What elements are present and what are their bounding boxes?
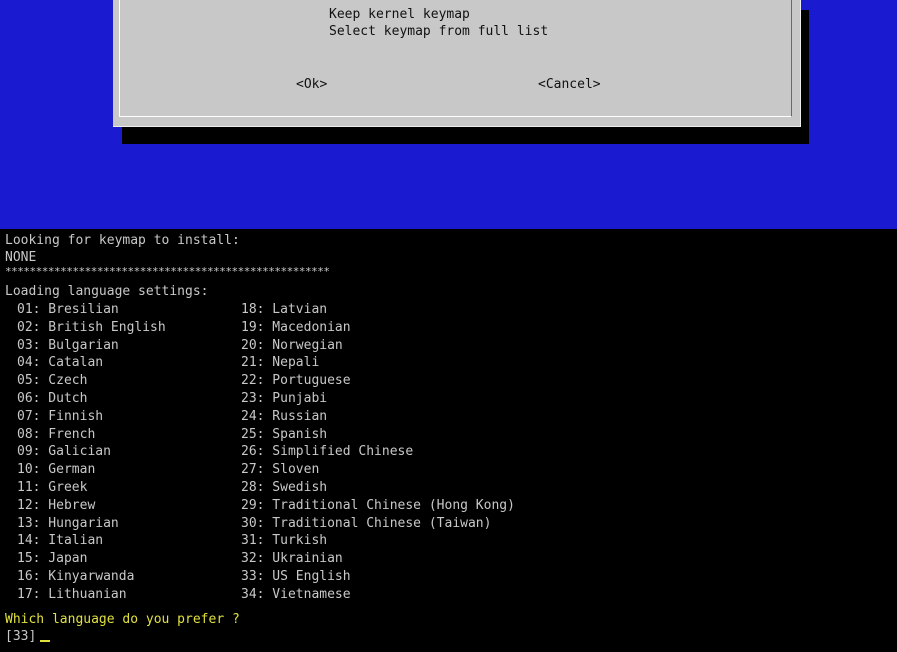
menu-option-keep-kernel-keymap[interactable]: Keep kernel keymap <box>329 7 470 23</box>
language-item: 17: Lithuanian <box>17 586 127 602</box>
language-item: 08: French <box>17 426 96 442</box>
language-item: 20: Norwegian <box>241 337 343 353</box>
ok-button[interactable]: <Ok> <box>296 77 327 93</box>
language-item: 19: Macedonian <box>241 319 351 335</box>
language-item: 23: Punjabi <box>241 391 328 406</box>
language-item: 04: Catalan <box>17 355 104 371</box>
language-input[interactable]: [33] <box>5 628 51 646</box>
language-item: 32: Ukrainian <box>241 551 343 567</box>
language-item: 11: Greek <box>17 480 88 495</box>
language-item: 18: Latvian <box>241 302 328 317</box>
language-item: 05: Czech <box>17 373 88 389</box>
language-item: 31: Turkish <box>241 533 328 549</box>
language-item: 24: Russian <box>241 408 328 424</box>
language-item: 33: US English <box>241 569 351 584</box>
language-item: 09: Galician <box>17 444 111 460</box>
text-cursor <box>40 640 51 642</box>
separator-line: ****************************************… <box>5 265 330 278</box>
language-item: 03: Bulgarian <box>17 337 119 353</box>
language-item: 27: Sloven <box>241 462 320 478</box>
language-item: 06: Dutch <box>17 391 88 406</box>
language-item: 16: Kinyarwanda <box>17 569 135 584</box>
input-value: [33] <box>5 629 37 644</box>
language-item: 10: German <box>17 462 96 478</box>
loading-language-line: Loading language settings: <box>5 284 209 299</box>
language-item: 28: Swedish <box>241 480 328 495</box>
language-item: 12: Hebrew <box>17 497 96 513</box>
console-screen: Keep kernel keymap Select keymap from fu… <box>0 0 897 652</box>
looking-for-keymap-line: Looking for keymap to install: <box>5 233 240 248</box>
keymap-dialog: Keep kernel keymap Select keymap from fu… <box>113 0 801 127</box>
language-item: 15: Japan <box>17 551 88 567</box>
language-prompt: Which language do you prefer ? <box>5 612 240 627</box>
language-item: 30: Traditional Chinese (Taiwan) <box>241 515 492 531</box>
language-item: 34: Vietnamese <box>241 586 351 602</box>
language-item: 22: Portuguese <box>241 373 351 389</box>
language-item: 02: British English <box>17 319 166 335</box>
language-item: 14: Italian <box>17 533 104 549</box>
language-item: 25: Spanish <box>241 426 328 442</box>
language-item: 07: Finnish <box>17 408 104 424</box>
language-item: 21: Nepali <box>241 355 320 371</box>
language-item: 26: Simplified Chinese <box>241 444 414 460</box>
language-item: 13: Hungarian <box>17 515 119 531</box>
language-item: 01: Bresilian <box>17 302 119 317</box>
menu-option-select-full-list[interactable]: Select keymap from full list <box>329 24 548 40</box>
cancel-button[interactable]: <Cancel> <box>538 77 601 93</box>
dialog-frame: Keep kernel keymap Select keymap from fu… <box>119 0 792 117</box>
language-item: 29: Traditional Chinese (Hong Kong) <box>241 497 515 513</box>
